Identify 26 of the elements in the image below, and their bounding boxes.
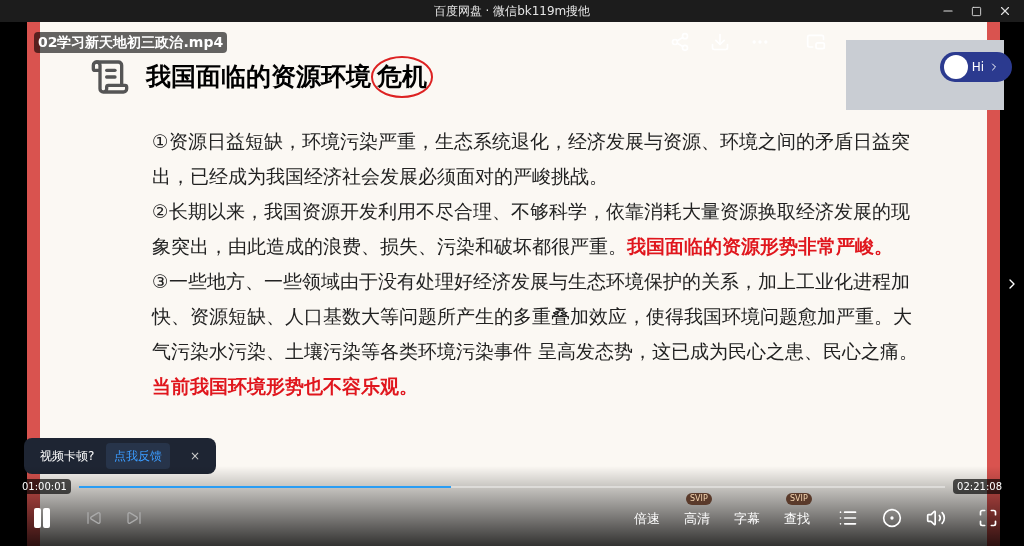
close-button[interactable]: ×: [189, 447, 200, 465]
player-option[interactable]: 查找: [784, 509, 810, 529]
assistant-avatar-icon: [943, 55, 968, 79]
assistant-button[interactable]: Hi: [939, 52, 1012, 82]
slide-title: 我国面临的资源环境 危机: [146, 56, 433, 98]
slide-paragraph: ①资源日益短缺，环境污染严重，生态系统退化，经济发展与资源、环境之间的矛盾日益突出，已经成为我国经济社会发展必须面对的严峻挑战。: [152, 129, 911, 189]
target-icon[interactable]: [882, 508, 902, 528]
window-title: 百度网盘 · 微信bk119m搜他: [433, 3, 591, 20]
svip-badge: SVIP: [786, 493, 812, 505]
next-icon[interactable]: [126, 510, 142, 526]
fullscreen-icon[interactable]: [978, 508, 998, 528]
file-name: 02学习新天地初三政治.mp4: [34, 32, 228, 53]
feedback-button[interactable]: 点我反馈: [106, 443, 171, 469]
slide-paragraph: ③一些地方、一些领域由于没有处理好经济发展与生态环境保护的关系，加上工业化进程加快、资源短缺、人口基数大等问题所产生的多重叠加效应，使得我国环境问题愈加严重。大气污染水污染、土壤污染等各类环境污染事件 呈高发态势，这已成为民心之患、民心之痛。 当前我国环境形势也不容乐观。: [152, 269, 919, 399]
player-option[interactable]: 高清: [684, 509, 710, 529]
player-option[interactable]: 倍速: [634, 509, 660, 529]
svip-badge: SVIP: [686, 493, 712, 505]
progress-track[interactable]: [78, 485, 946, 488]
slide-paragraph: ②长期以来，我国资源开发利用不尽合理、不够科学，依靠消耗大量资源换取经济发展的现象突出，由此造成的浪费、损失、污染和破坏都很严重。我国面临的资源形势非常严峻。: [152, 199, 911, 259]
feedback-message: 视频卡顿?: [40, 448, 95, 465]
maximize-icon[interactable]: [971, 5, 982, 17]
volume-icon[interactable]: [926, 508, 946, 528]
previous-icon[interactable]: [86, 510, 102, 526]
close-icon[interactable]: [998, 4, 1012, 18]
playlist-icon[interactable]: [838, 508, 858, 528]
player-option[interactable]: 字幕: [734, 509, 760, 529]
